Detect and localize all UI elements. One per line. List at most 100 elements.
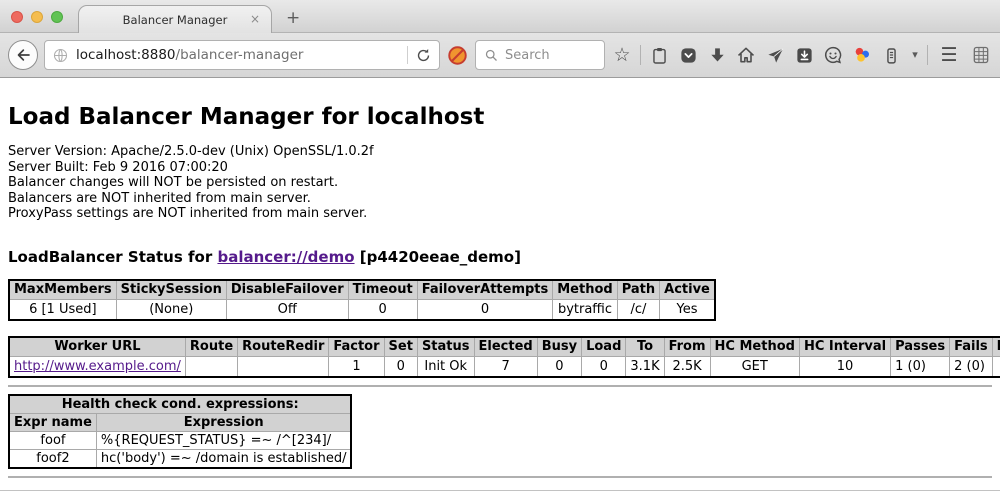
column-header: To: [626, 337, 664, 357]
worker-row: http://www.example.com/ 1 0 Init Ok 7 0 …: [9, 357, 1000, 377]
balancer-demo-link[interactable]: balancer://demo: [217, 248, 354, 266]
hc-method-cell: GET: [710, 357, 799, 377]
method-cell: bytraffic: [553, 300, 617, 320]
grid-extension-icon[interactable]: [970, 43, 992, 67]
column-header: Status: [417, 337, 474, 357]
health-check-table: Health check cond. expressions: Expr nam…: [8, 394, 352, 469]
server-built-line: Server Built: Feb 9 2016 07:00:20: [8, 160, 992, 176]
toolbar-right-group: ☰: [927, 43, 992, 67]
worker-url-link[interactable]: http://www.example.com/: [14, 359, 181, 374]
to-cell: 3.1K: [626, 357, 664, 377]
column-header: Load: [582, 337, 626, 357]
bookmarks-clipboard-icon[interactable]: [648, 43, 670, 67]
url-text: localhost:8880/balancer-manager: [76, 47, 303, 63]
color-dots-icon[interactable]: [851, 43, 873, 67]
column-header: FailoverAttempts: [417, 280, 553, 300]
page-title: Load Balancer Manager for localhost: [8, 104, 992, 130]
status-suffix: [p4420eeae_demo]: [355, 248, 521, 266]
elected-cell: 7: [474, 357, 537, 377]
url-path: /balancer-manager: [176, 47, 304, 63]
navigation-toolbar: localhost:8880/balancer-manager Search ☆: [0, 33, 1000, 78]
health-expr-row: foof %{REQUEST_STATUS} =~ /^[234]/: [9, 431, 351, 449]
table-title-row: Health check cond. expressions:: [9, 395, 351, 414]
window-controls: [11, 11, 63, 23]
search-placeholder: Search: [505, 48, 550, 63]
toolbar-divider: [640, 45, 641, 65]
page-content: Load Balancer Manager for localhost Serv…: [0, 78, 1000, 490]
column-header: Method: [553, 280, 617, 300]
column-header: Path: [617, 280, 659, 300]
battery-extension-icon[interactable]: [880, 43, 902, 67]
column-header: Passes: [891, 337, 950, 357]
minimize-window-button[interactable]: [31, 11, 43, 23]
video-download-icon[interactable]: [793, 43, 815, 67]
hc-uri-cell: [992, 357, 1000, 377]
send-plane-icon[interactable]: [764, 43, 786, 67]
expression-cell: %{REQUEST_STATUS} =~ /^[234]/: [96, 431, 351, 449]
new-tab-button[interactable]: +: [286, 10, 300, 27]
column-header: Timeout: [348, 280, 417, 300]
fails-cell: 2 (0): [950, 357, 993, 377]
close-window-button[interactable]: [11, 11, 23, 23]
sticky-session-cell: (None): [116, 300, 226, 320]
table-header-row: Worker URL Route RouteRedir Factor Set S…: [9, 337, 1000, 357]
worker-status-table: Worker URL Route RouteRedir Factor Set S…: [8, 336, 1000, 378]
active-cell: Yes: [660, 300, 715, 320]
column-header: Expr name: [9, 413, 96, 431]
server-version-line: Server Version: Apache/2.5.0-dev (Unix) …: [8, 144, 992, 160]
column-header: Elected: [474, 337, 537, 357]
column-header: Active: [660, 280, 715, 300]
downloads-icon[interactable]: [706, 43, 728, 67]
back-button[interactable]: [8, 40, 38, 70]
busy-cell: 0: [537, 357, 581, 377]
expr-name-cell: foof2: [9, 449, 96, 468]
column-header: RouteRedir: [238, 337, 329, 357]
from-cell: 2.5K: [664, 357, 710, 377]
pocket-icon[interactable]: [677, 43, 699, 67]
passes-cell: 1 (0): [891, 357, 950, 377]
zoom-window-button[interactable]: [51, 11, 63, 23]
load-cell: 0: [582, 357, 626, 377]
table-row: 6 [1 Used] (None) Off 0 0 bytraffic /c/ …: [9, 300, 715, 320]
reload-icon[interactable]: [415, 47, 432, 64]
column-header: StickySession: [116, 280, 226, 300]
expr-name-cell: foof: [9, 431, 96, 449]
column-header: HC Interval: [799, 337, 890, 357]
balancer-settings-table: MaxMembers StickySession DisableFailover…: [8, 279, 716, 321]
inherit-note-line: Balancers are NOT inherited from main se…: [8, 191, 992, 207]
disable-failover-cell: Off: [226, 300, 348, 320]
dropdown-caret-icon[interactable]: ▾: [909, 43, 921, 67]
search-input[interactable]: Search: [475, 40, 605, 70]
column-header: From: [664, 337, 710, 357]
menu-hamburger-icon[interactable]: ☰: [938, 43, 960, 67]
column-header: HC uri: [992, 337, 1000, 357]
proxypass-note-line: ProxyPass settings are NOT inherited fro…: [8, 206, 992, 222]
horizontal-rule: [8, 476, 992, 478]
persist-note-line: Balancer changes will NOT be persisted o…: [8, 175, 992, 191]
chat-smiley-icon[interactable]: [822, 43, 844, 67]
browser-window: Balancer Manager × + localhost:8880/bala…: [0, 0, 1000, 491]
column-header: Expression: [96, 413, 351, 431]
star-icon[interactable]: ☆: [611, 43, 633, 67]
url-bar[interactable]: localhost:8880/balancer-manager: [44, 40, 440, 70]
set-cell: 0: [384, 357, 417, 377]
toolbar-buttons: ☆: [611, 43, 921, 67]
expression-cell: hc('body') =~ /domain is established/: [96, 449, 351, 468]
column-header: Route: [185, 337, 237, 357]
column-header: Worker URL: [9, 337, 185, 357]
column-header: Set: [384, 337, 417, 357]
tab-balancer-manager[interactable]: Balancer Manager ×: [78, 5, 272, 33]
failover-attempts-cell: 0: [417, 300, 553, 320]
status-prefix: LoadBalancer Status for: [8, 248, 217, 266]
health-expr-row: foof2 hc('body') =~ /domain is establish…: [9, 449, 351, 468]
route-cell: [185, 357, 237, 377]
column-header: Busy: [537, 337, 581, 357]
column-header: MaxMembers: [9, 280, 116, 300]
horizontal-rule: [8, 385, 992, 387]
tab-close-icon[interactable]: ×: [250, 13, 260, 25]
home-icon[interactable]: [735, 43, 757, 67]
table-header-row: MaxMembers StickySession DisableFailover…: [9, 280, 715, 300]
timeout-cell: 0: [348, 300, 417, 320]
route-redir-cell: [238, 357, 329, 377]
blocked-content-icon[interactable]: [446, 44, 469, 67]
